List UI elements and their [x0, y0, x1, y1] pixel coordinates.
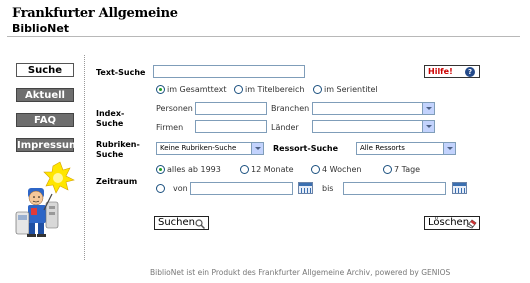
calendar-icon[interactable] [452, 182, 467, 194]
nav-item-faq[interactable]: FAQ [16, 113, 74, 127]
help-button[interactable]: Hilfe! ? [424, 65, 480, 78]
chevron-down-icon [422, 121, 434, 132]
search-button[interactable]: Suchen [154, 216, 209, 230]
laender-label: Länder [271, 123, 299, 132]
help-label: Hilfe! [428, 67, 453, 76]
firmen-label: Firmen [156, 123, 184, 132]
index-search-label-2: Suche [96, 119, 124, 128]
text-search-input[interactable] [153, 65, 305, 78]
text-search-label: Text-Suche [96, 68, 146, 77]
rubrik-search-label-2: Suche [96, 150, 124, 159]
chevron-down-icon [443, 143, 455, 154]
bis-date-input[interactable] [343, 182, 446, 195]
brand-subtitle: BiblioNet [12, 22, 70, 35]
radio-alles-ab-1993[interactable] [156, 165, 165, 174]
radio-7-tage[interactable] [383, 165, 392, 174]
radio-titelbereich-label: im Titelbereich [245, 85, 305, 94]
search-button-label: Suchen [158, 217, 196, 228]
clear-button[interactable]: Löschen [424, 216, 480, 230]
laender-select[interactable] [312, 120, 435, 133]
page: Frankfurter Allgemeine BiblioNet Suche A… [0, 0, 530, 283]
radio-4-wochen-label: 4 Wochen [322, 165, 362, 174]
nav-item-suche[interactable]: Suche [16, 63, 74, 77]
radio-12-monate-label: 12 Monate [251, 165, 294, 174]
firmen-input[interactable] [195, 120, 267, 133]
zeitraum-label: Zeitraum [96, 177, 138, 186]
branchen-select[interactable] [312, 102, 435, 115]
eraser-icon [466, 219, 477, 229]
radio-4-wochen[interactable] [311, 165, 320, 174]
radio-serientitel[interactable] [313, 85, 322, 94]
rubrik-search-label-1: Rubriken- [96, 140, 140, 149]
help-question-icon: ? [465, 67, 475, 77]
nav-item-aktuell[interactable]: Aktuell [16, 88, 74, 102]
radio-alles-ab-1993-label: alles ab 1993 [167, 165, 221, 174]
radio-gesamttext[interactable] [156, 85, 165, 94]
vertical-divider [84, 55, 85, 260]
search-icon [195, 219, 205, 229]
brand-logo: Frankfurter Allgemeine [12, 6, 178, 21]
personen-input[interactable] [195, 102, 267, 115]
radio-titelbereich[interactable] [234, 85, 243, 94]
radio-gesamttext-label: im Gesamttext [167, 85, 227, 94]
ressort-select[interactable]: Alle Ressorts [356, 142, 456, 155]
rubrik-select-value: Keine Rubriken-Suche [160, 144, 237, 152]
index-search-label-1: Index- [96, 109, 125, 118]
von-label: von [173, 184, 188, 193]
radio-serientitel-label: im Serientitel [324, 85, 378, 94]
calendar-icon[interactable] [298, 182, 313, 194]
rubrik-select[interactable]: Keine Rubriken-Suche [156, 142, 264, 155]
ressort-select-value: Alle Ressorts [360, 144, 405, 152]
radio-7-tage-label: 7 Tage [394, 165, 421, 174]
mascot-illustration [15, 161, 75, 237]
von-date-input[interactable] [190, 182, 293, 195]
clear-button-label: Löschen [428, 217, 470, 228]
chevron-down-icon [422, 103, 434, 114]
radio-12-monate[interactable] [240, 165, 249, 174]
radio-von-bis[interactable] [156, 184, 165, 193]
chevron-down-icon [251, 143, 263, 154]
footer-text: BiblioNet ist ein Produkt des Frankfurte… [150, 268, 451, 277]
ressort-search-label: Ressort-Suche [273, 144, 339, 153]
bis-label: bis [322, 184, 334, 193]
branchen-label: Branchen [271, 104, 310, 113]
nav-item-impressum[interactable]: Impressum [16, 138, 79, 152]
header: Frankfurter Allgemeine BiblioNet [7, 3, 520, 37]
personen-label: Personen [156, 104, 193, 113]
